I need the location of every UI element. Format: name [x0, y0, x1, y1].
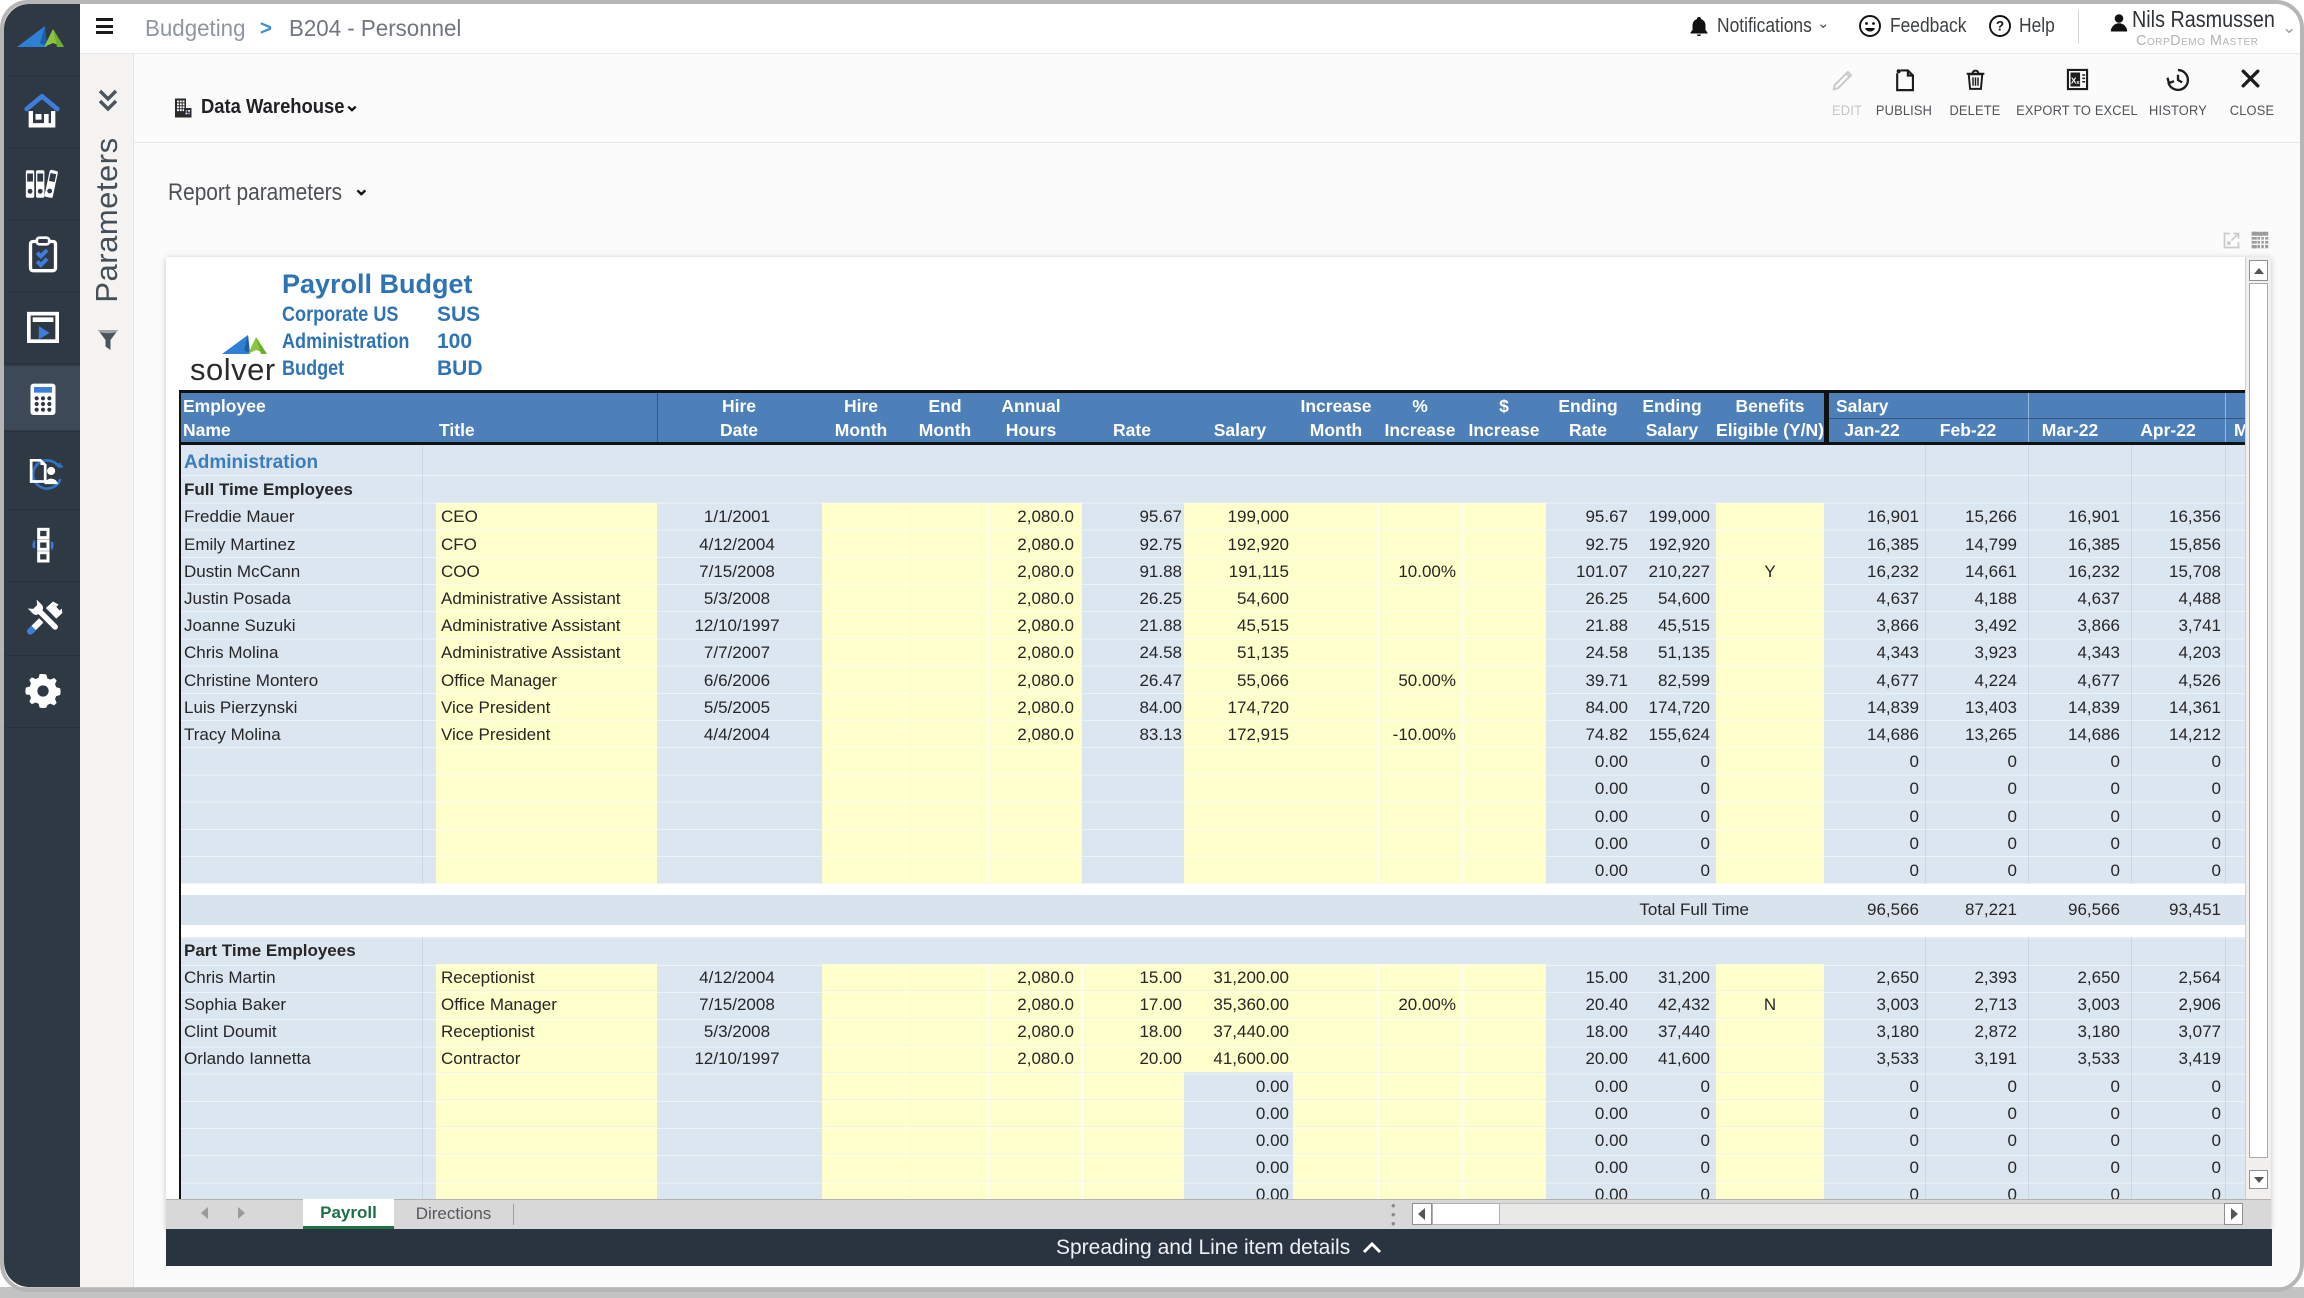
svg-text:Xₓ: Xₓ	[2071, 75, 2081, 85]
svg-text:?: ?	[1996, 19, 2004, 34]
